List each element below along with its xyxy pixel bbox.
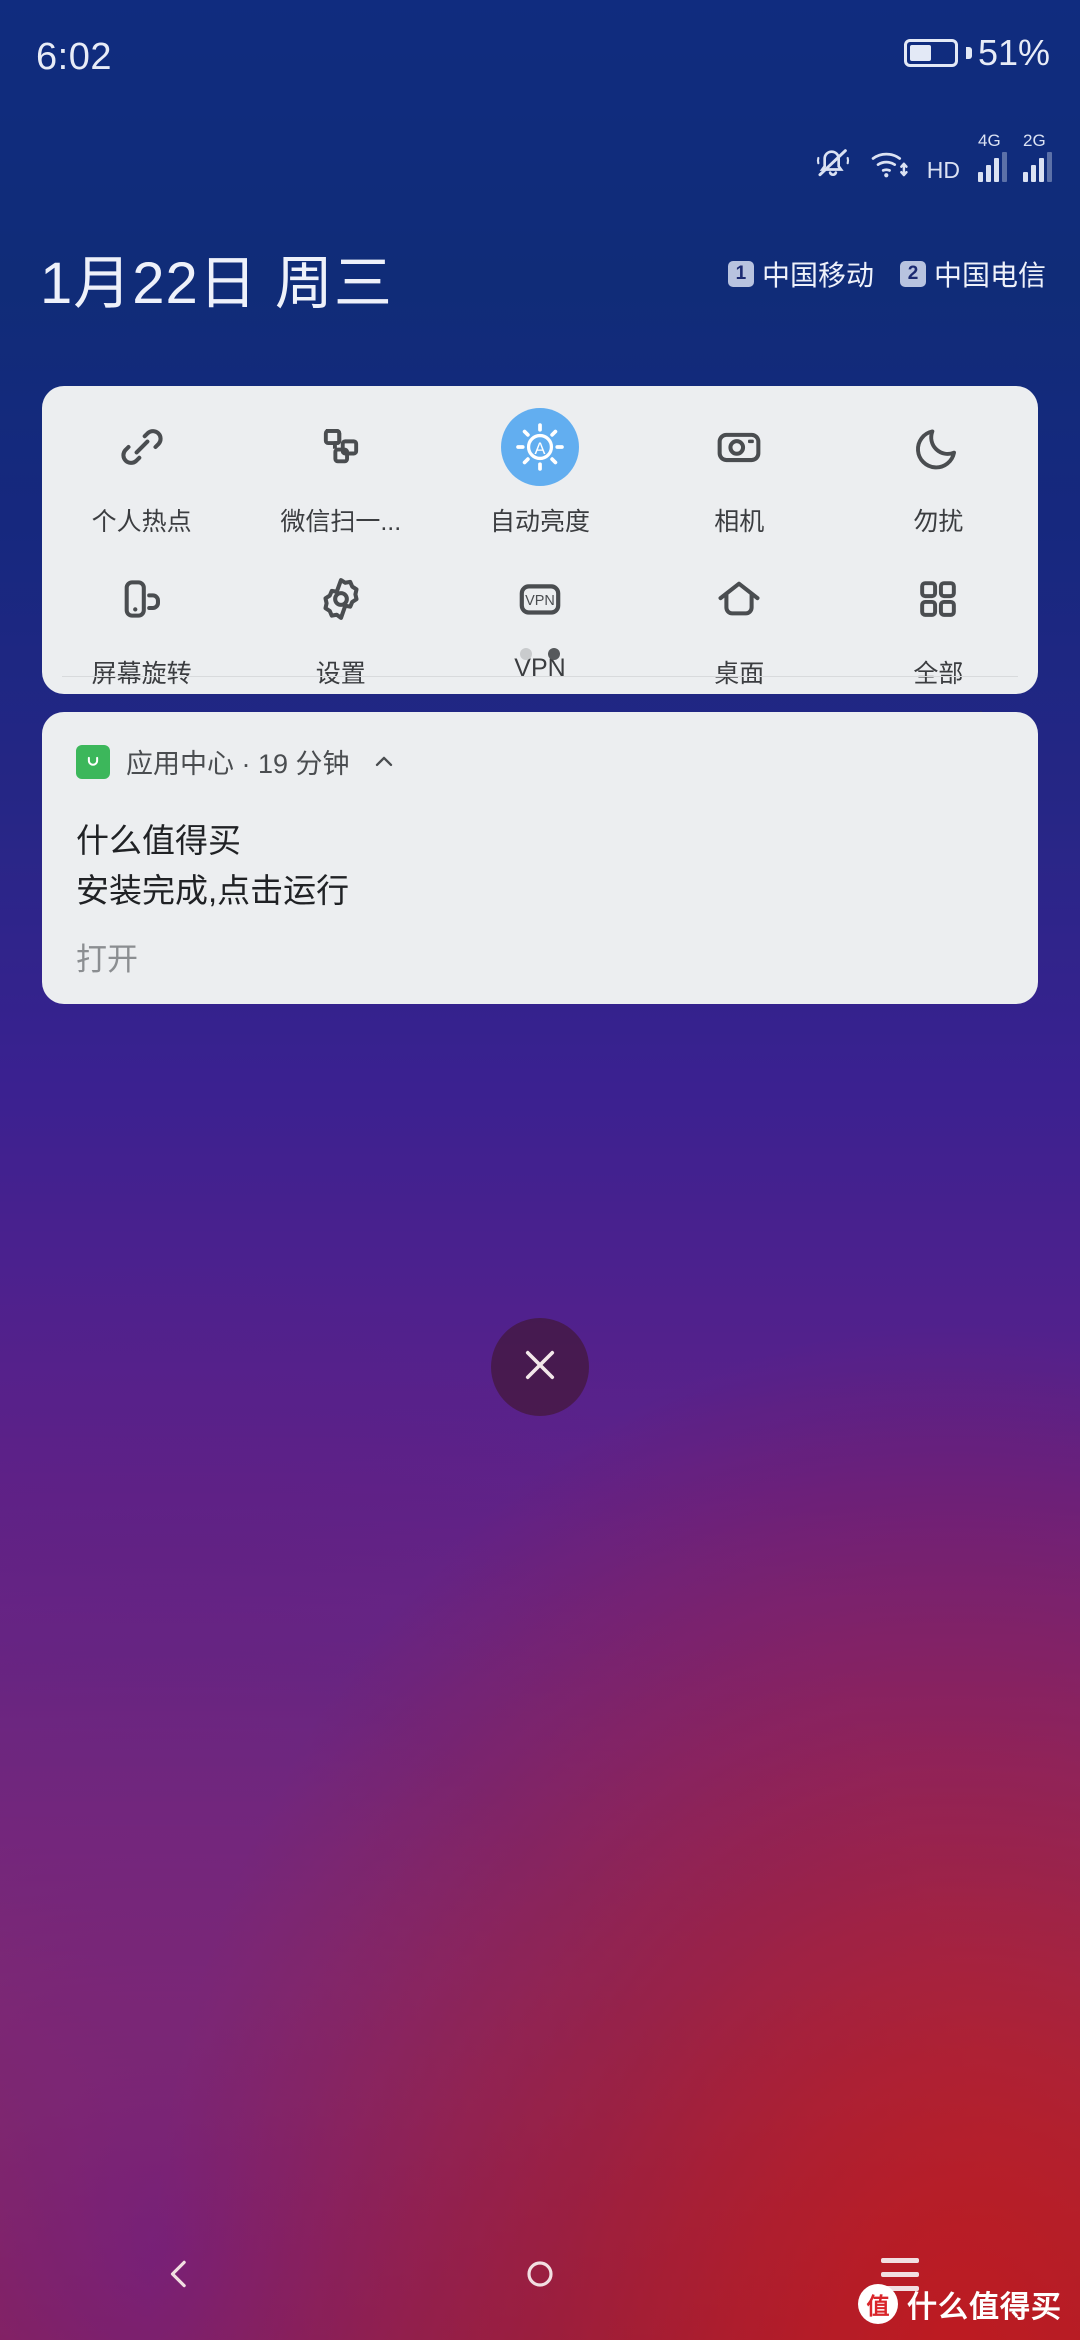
qs-tile-dnd[interactable]: 勿扰 (839, 386, 1038, 538)
notification-header: 应用中心 · 19 分钟 (76, 742, 398, 781)
watermark-badge: 值 (858, 2284, 898, 2324)
qs-tile-hotspot[interactable]: 个人热点 (42, 386, 241, 538)
svg-text:VPN: VPN (525, 593, 555, 609)
signal-bars-1 (978, 152, 1007, 182)
notification-app-line: 应用中心 · 19 分钟 (126, 749, 350, 779)
wifi-icon (869, 144, 911, 182)
qs-tile-label: 相机 (714, 508, 765, 536)
camera-icon (700, 408, 778, 486)
qs-tile-desktop[interactable]: 桌面 (640, 538, 839, 690)
bell-muted-icon (813, 142, 853, 182)
notification-action-open[interactable]: 打开 (76, 934, 138, 979)
shade-header: 1月22日 周三 1 中国移动 2 中国电信 (0, 236, 1080, 326)
qs-tile-screen-rotation[interactable]: 屏幕旋转 (42, 538, 241, 690)
carrier-name-1: 中国移动 (761, 260, 874, 291)
qs-tile-label: 微信扫一... (280, 508, 402, 536)
svg-text:A: A (535, 440, 546, 458)
watermark-text: 什么值得买 (907, 2291, 1062, 2324)
close-shade-button[interactable] (491, 1318, 589, 1416)
page-indicator (42, 648, 1038, 660)
wechat-scan-icon (302, 408, 380, 486)
page-dot-1[interactable] (520, 648, 532, 660)
notification-body: 安装完成,点击运行 (76, 872, 350, 909)
close-icon (517, 1342, 563, 1393)
signal-2g-icon: 2G (1023, 132, 1052, 182)
sim-badge-2: 2 (899, 261, 926, 287)
qs-tile-wechat-scan[interactable]: 微信扫一... (241, 386, 440, 538)
status-bar: 6:02 51% HD 4G 2G (0, 0, 1080, 182)
sim-badge-1: 1 (727, 261, 754, 287)
qs-tile-label: 勿扰 (913, 508, 964, 536)
quick-settings-grid: 个人热点 微信扫一... A 自动亮度 相机 勿扰 屏幕旋转 设置 VPN VP… (42, 386, 1038, 688)
app-center-icon (76, 744, 110, 779)
qs-tile-auto-brightness[interactable]: A 自动亮度 (440, 386, 639, 538)
date-label: 1月22日 周三 (40, 251, 393, 316)
notification-title: 什么值得买 (76, 822, 241, 859)
chevron-up-icon[interactable] (370, 748, 398, 776)
qs-tile-label: 自动亮度 (489, 508, 590, 536)
network-type-label-2: 2G (1023, 131, 1046, 150)
qs-tile-settings[interactable]: 设置 (241, 538, 440, 690)
hd-icon: HD (926, 157, 960, 183)
qs-tile-camera[interactable]: 相机 (640, 386, 839, 538)
battery-icon (903, 39, 958, 67)
battery-fill (909, 45, 932, 61)
carrier-sim-2: 2 中国电信 (899, 254, 1046, 294)
screen-rotation-icon (103, 560, 181, 638)
page-dot-2[interactable] (548, 648, 560, 660)
home-icon (700, 560, 778, 638)
carrier-name-2: 中国电信 (933, 260, 1046, 291)
quick-settings-panel: 个人热点 微信扫一... A 自动亮度 相机 勿扰 屏幕旋转 设置 VPN VP… (42, 386, 1038, 751)
carrier-sim-1: 1 中国移动 (727, 254, 874, 294)
grid-icon (899, 560, 977, 638)
signal-4g-icon: 4G (978, 132, 1007, 182)
nav-back-button[interactable] (0, 2208, 360, 2340)
battery-cap (965, 47, 972, 59)
moon-icon (899, 408, 977, 486)
watermark: 值 什么值得买 (858, 2282, 1062, 2326)
signal-bars-2 (1023, 152, 1052, 182)
shade-scrim (0, 0, 1080, 2340)
carrier-list: 1 中国移动 2 中国电信 (727, 254, 1046, 294)
network-type-label-1: 4G (978, 131, 1001, 150)
vpn-icon: VPN (501, 560, 579, 638)
battery-indicator: 51% (903, 32, 1050, 74)
nav-home-button[interactable] (360, 2208, 720, 2340)
qs-tile-all[interactable]: 全部 (839, 538, 1038, 690)
link-icon (103, 408, 181, 486)
auto-brightness-icon: A (500, 408, 579, 486)
qs-tile-label: 个人热点 (91, 508, 192, 536)
status-clock: 6:02 (36, 36, 112, 78)
battery-percent-label: 51% (977, 32, 1050, 73)
notification-card[interactable]: 应用中心 · 19 分钟 什么值得买 安装完成,点击运行 打开 (42, 712, 1038, 1004)
qs-tile-vpn[interactable]: VPN VPN (440, 538, 639, 690)
status-icons: HD 4G 2G (813, 132, 1052, 183)
gear-icon (302, 560, 380, 638)
